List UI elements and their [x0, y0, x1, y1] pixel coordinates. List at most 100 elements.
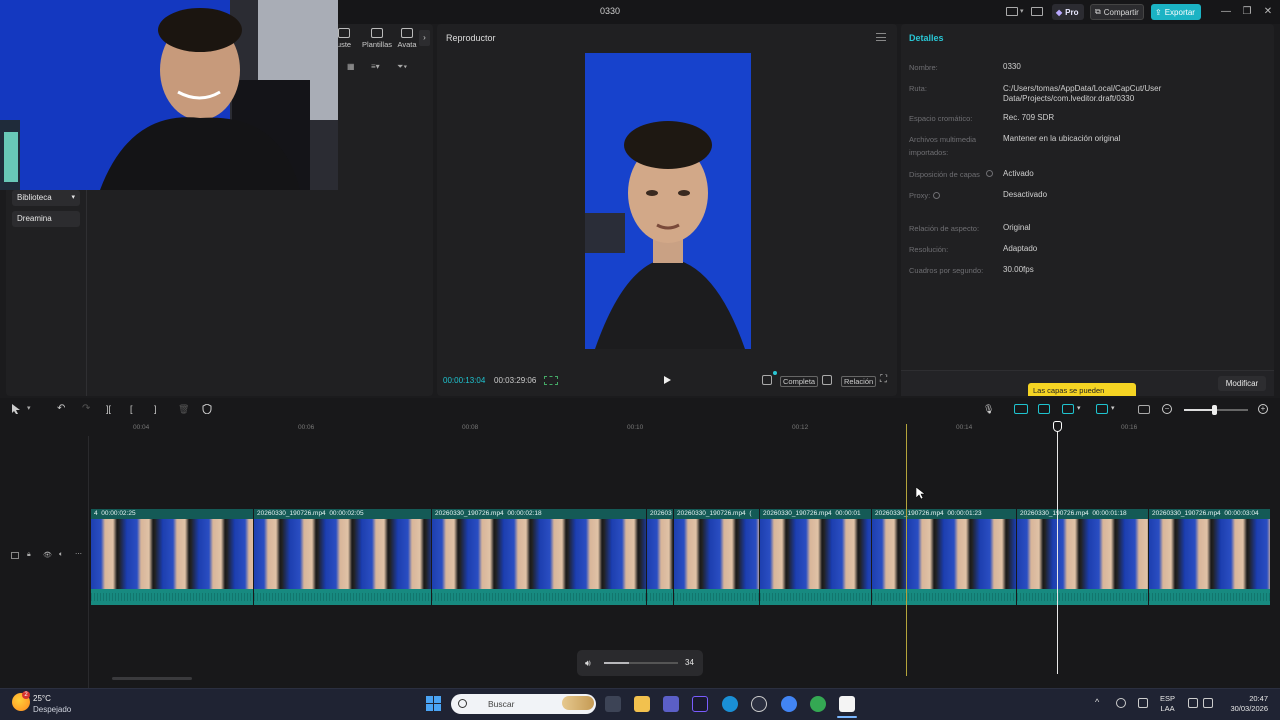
tab-avatar[interactable]: Avata — [396, 28, 418, 49]
clip-header: 20260330_190726.mp4 00:00:02:05 — [254, 509, 431, 519]
split-icon[interactable]: ][ — [106, 404, 116, 414]
pro-label: Pro — [1065, 7, 1079, 17]
cloud-icon[interactable] — [1116, 698, 1126, 708]
chrome-icon[interactable] — [781, 696, 797, 712]
lock-icon[interactable]: 🔒︎ — [27, 551, 31, 559]
modify-button[interactable]: Modificar — [1218, 376, 1266, 391]
ratio-button[interactable]: Relación — [841, 376, 877, 387]
weather-description[interactable]: Despejado — [33, 705, 71, 714]
eye-icon[interactable]: 👁︎ — [43, 551, 52, 559]
undo-icon[interactable]: ↶ — [57, 404, 67, 414]
select-tool-icon[interactable] — [11, 404, 21, 414]
sidebar-item-dreamina[interactable]: Dreamina — [12, 211, 80, 227]
crop-icon[interactable] — [762, 375, 772, 385]
clip-duration: 00:00:01:23 — [947, 510, 982, 517]
cover-icon[interactable] — [11, 552, 19, 559]
adobe-app-icon[interactable] — [692, 696, 708, 712]
clip-name: 20260330_190726.mp4 — [1020, 510, 1089, 517]
ruler-label: 00:10 — [627, 424, 644, 431]
menu-icon[interactable] — [876, 33, 886, 41]
clip-thumbnails — [872, 519, 1016, 589]
playhead-handle[interactable] — [1053, 421, 1062, 432]
trim-right-icon[interactable]: ] — [154, 404, 164, 414]
language-indicator[interactable]: ESP LAA — [1160, 694, 1175, 714]
grid-view-icon[interactable]: ▦ — [347, 62, 355, 71]
chevron-right-icon[interactable]: › — [419, 30, 430, 46]
share-button[interactable]: ⧉ Compartir — [1090, 4, 1144, 20]
timeline-clip[interactable]: 202603 — [646, 509, 673, 605]
more-icon[interactable]: ⋯ — [75, 550, 82, 558]
timeline-clip[interactable]: 20260330_190726.mp4 00:00:03:04 — [1148, 509, 1270, 605]
chevron-up-icon[interactable]: ^ — [1095, 697, 1099, 707]
trim-left-icon[interactable]: [ — [130, 404, 140, 414]
timecode-format-icon[interactable] — [544, 376, 558, 385]
play-icon[interactable] — [662, 375, 672, 385]
timeline-scrollbar[interactable] — [112, 677, 192, 680]
chevron-down-icon[interactable]: ▾ — [27, 404, 37, 414]
magnet-icon[interactable] — [1038, 404, 1050, 414]
weather-temperature[interactable]: 25°C — [33, 694, 51, 703]
microphone-icon[interactable] — [1138, 698, 1148, 708]
timeline-clip[interactable]: 20260330_190726.mp4 00:00:01:23 — [871, 509, 1016, 605]
network-icon[interactable] — [1188, 698, 1198, 708]
timeline-clip[interactable]: 20260330_190726.mp4 ( — [673, 509, 759, 605]
detail-label: Espacio cromático: — [909, 114, 973, 123]
speaker-icon[interactable]: 🔊︎ — [585, 658, 591, 669]
screenshot-icon[interactable] — [822, 375, 832, 385]
link-icon[interactable] — [1062, 404, 1074, 414]
filter-icon[interactable]: ⏷▾ — [397, 62, 407, 72]
zoom-out-icon[interactable]: − — [1162, 404, 1172, 414]
video-preview[interactable] — [585, 53, 751, 349]
layers-tooltip: Las capas se pueden — [1028, 383, 1136, 396]
tab-templates[interactable]: Plantillas — [360, 28, 394, 49]
close-icon[interactable]: ✕ — [1261, 5, 1275, 19]
timeline-clip[interactable]: 20260330_190726.mp4 00:00:02:05 — [253, 509, 431, 605]
clip-waveform — [432, 589, 646, 605]
clip-header: 202603 — [647, 509, 673, 519]
detail-label: Relación de aspecto: — [909, 224, 980, 233]
preview-axis-icon[interactable] — [1096, 404, 1108, 414]
layout-icon[interactable] — [1006, 7, 1018, 16]
minimize-icon[interactable]: — — [1219, 5, 1233, 19]
shield-icon[interactable] — [202, 404, 212, 414]
chevron-down-icon[interactable]: ▾ — [1077, 404, 1081, 412]
timeline-clip[interactable]: 20260330_190726.mp4 00:00:01 — [759, 509, 871, 605]
clip-name: 4 — [94, 510, 98, 517]
panel-icon[interactable] — [1031, 7, 1043, 16]
teams-icon[interactable] — [663, 696, 679, 712]
capcut-icon[interactable] — [839, 696, 855, 712]
zoom-slider-knob[interactable] — [1212, 405, 1217, 415]
fullscreen-icon[interactable]: ⛶ — [880, 374, 887, 385]
chevron-down-icon[interactable]: ▾ — [1111, 404, 1115, 412]
clip-duration: 00:00:03:04 — [1224, 510, 1259, 517]
full-button[interactable]: Completa — [780, 376, 819, 387]
clock[interactable]: 20:47 30/03/2026 — [1222, 694, 1268, 714]
zoom-in-icon[interactable]: + — [1258, 404, 1268, 414]
task-view-icon[interactable] — [605, 696, 621, 712]
redo-icon: ↷ — [82, 403, 91, 414]
volume-icon[interactable] — [1203, 698, 1213, 708]
sidebar-item-library[interactable]: Biblioteca ▾ — [12, 190, 80, 206]
timeline-clip[interactable]: 4 00:00:02:25 — [90, 509, 253, 605]
timeline-clip[interactable]: 20260330_190726.mp4 00:00:02:18 — [431, 509, 646, 605]
chrome-profile-icon[interactable] — [810, 696, 826, 712]
windows-start-icon[interactable] — [426, 696, 441, 711]
playhead-line[interactable] — [1057, 426, 1058, 674]
timeline-clip[interactable]: 20260330_190726.mp4 00:00:01:18 — [1016, 509, 1148, 605]
restore-icon[interactable]: ❐ — [1240, 5, 1254, 19]
link-main-track-icon[interactable] — [1014, 404, 1028, 414]
export-button[interactable]: ⇪ Exportar — [1151, 4, 1201, 20]
file-explorer-icon[interactable] — [634, 696, 650, 712]
obs-icon[interactable] — [751, 696, 767, 712]
time-ruler[interactable] — [90, 422, 1280, 434]
info-icon[interactable] — [933, 192, 940, 199]
microphone-icon[interactable]: 🎙 — [983, 404, 994, 414]
pro-button[interactable]: ◆ Pro — [1052, 4, 1084, 20]
speaker-icon[interactable]: 🔈︎ — [59, 551, 63, 559]
info-icon[interactable] — [986, 170, 993, 177]
mouse-cursor-icon — [916, 487, 925, 500]
sort-icon[interactable]: ≡▾ — [371, 62, 380, 71]
caption-icon[interactable] — [1138, 405, 1150, 414]
chevron-down-icon[interactable]: ▾ — [1020, 7, 1024, 15]
edge-icon[interactable] — [722, 696, 738, 712]
